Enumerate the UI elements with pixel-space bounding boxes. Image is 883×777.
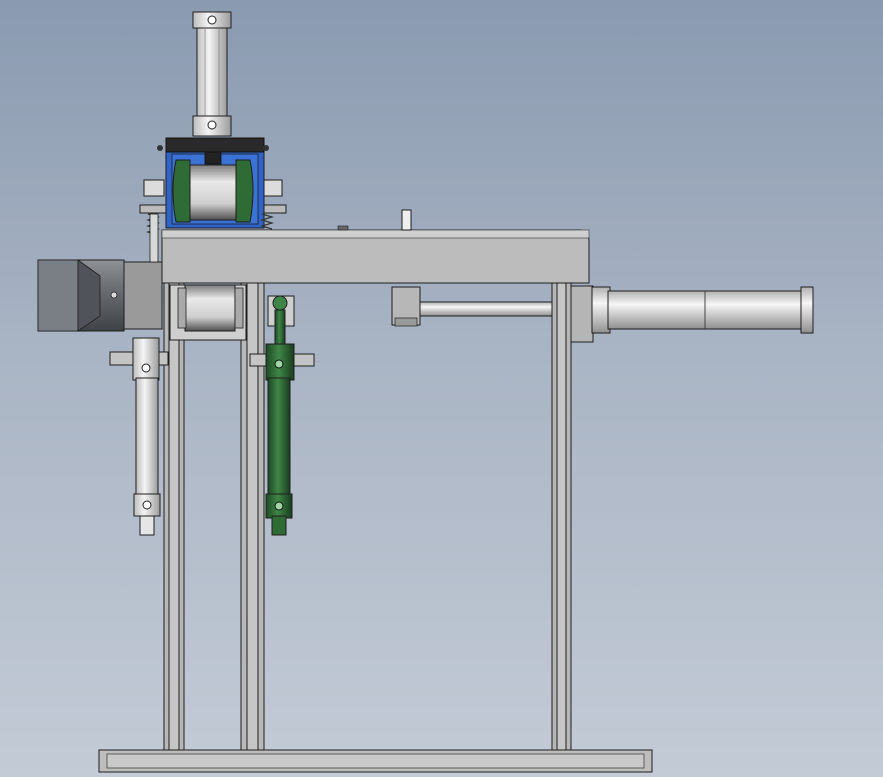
servo-motor <box>37 259 163 332</box>
pneumatic-cylinder-left <box>109 337 169 536</box>
roller-lower <box>169 284 247 341</box>
machine-frame-legs <box>163 282 572 751</box>
guide-rod <box>149 213 159 263</box>
machine-assembly-drawing <box>37 11 814 773</box>
cad-viewport[interactable] <box>0 0 883 777</box>
base-plate <box>98 749 653 773</box>
roller-upper <box>172 151 254 223</box>
pneumatic-cylinder-vertical <box>192 11 232 137</box>
pneumatic-cylinder-horizontal <box>391 285 814 343</box>
